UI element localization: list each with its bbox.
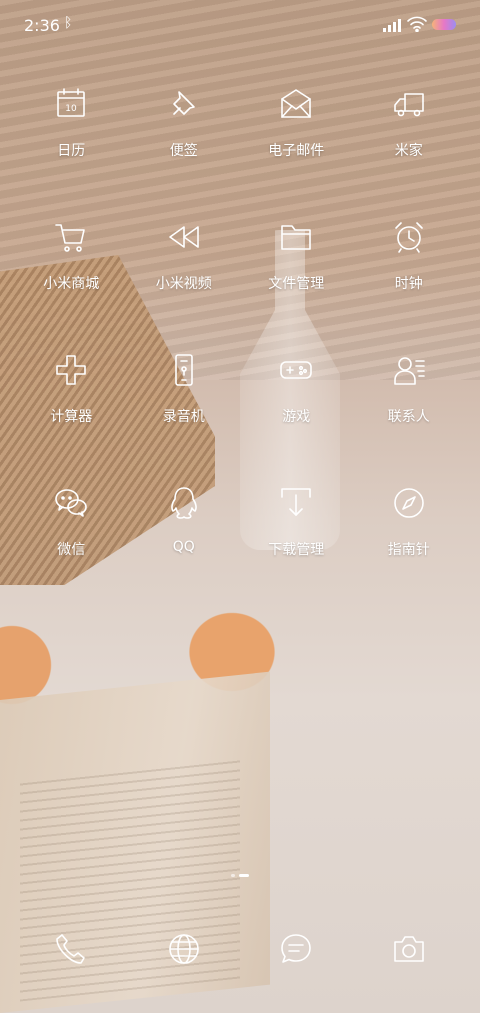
app-recorder[interactable]: 录音机 — [128, 348, 241, 481]
app-label: 文件管理 — [268, 276, 325, 292]
app-label: 游戏 — [282, 409, 311, 425]
download-icon — [278, 485, 314, 521]
pin-note-icon — [166, 86, 202, 122]
message-icon — [278, 931, 314, 967]
app-label: 小米商城 — [43, 276, 100, 292]
app-compass[interactable]: 指南针 — [353, 481, 466, 614]
page-dot-active[interactable] — [239, 874, 249, 877]
calendar-icon: 10 — [53, 86, 89, 122]
page-indicator — [0, 874, 480, 878]
app-downloads[interactable]: 下载管理 — [240, 481, 353, 614]
mail-icon — [278, 86, 314, 122]
plus-icon — [53, 352, 89, 388]
app-wechat[interactable]: 微信 — [15, 481, 128, 614]
dock-phone[interactable] — [15, 925, 128, 973]
app-notes[interactable]: 便签 — [128, 82, 241, 215]
app-label: 米家 — [394, 143, 423, 159]
app-mi-video[interactable]: 小米视频 — [128, 215, 241, 348]
clock-time: 2:36 — [24, 16, 60, 35]
app-label: 日历 — [57, 143, 86, 159]
app-label: 小米视频 — [155, 276, 212, 292]
app-contacts[interactable]: 联系人 — [353, 348, 466, 481]
app-file-manager[interactable]: 文件管理 — [240, 215, 353, 348]
app-label: 联系人 — [387, 409, 430, 425]
dock-messages[interactable] — [240, 925, 353, 973]
app-label: 下载管理 — [268, 542, 325, 558]
wifi-icon — [407, 16, 427, 32]
app-calculator[interactable]: 计算器 — [15, 348, 128, 481]
dock-browser[interactable] — [128, 925, 241, 973]
dock — [15, 925, 465, 973]
app-grid: 10 日历 便签 电子邮件 米家 小米商城 小米视频 文件管理 时钟 计算器 录… — [15, 82, 465, 614]
contacts-icon — [391, 352, 427, 388]
signal-icon — [383, 19, 401, 32]
app-label: 指南针 — [387, 542, 430, 558]
app-label: QQ — [172, 539, 195, 555]
camera-icon — [391, 931, 427, 967]
app-label: 录音机 — [162, 409, 205, 425]
dock-camera[interactable] — [353, 925, 466, 973]
battery-icon — [432, 19, 456, 30]
app-mi-store[interactable]: 小米商城 — [15, 215, 128, 348]
wechat-icon — [53, 485, 89, 521]
app-qq[interactable]: QQ — [128, 481, 241, 614]
rewind-icon — [166, 219, 202, 255]
app-label: 时钟 — [394, 276, 423, 292]
app-games[interactable]: 游戏 — [240, 348, 353, 481]
svg-text:10: 10 — [66, 104, 78, 114]
phone-icon — [53, 931, 89, 967]
app-label: 电子邮件 — [268, 143, 325, 159]
globe-icon — [166, 931, 202, 967]
page-dot[interactable] — [231, 874, 235, 877]
app-label: 便签 — [169, 143, 198, 159]
compass-icon — [391, 485, 427, 521]
app-calendar[interactable]: 10 日历 — [15, 82, 128, 215]
penguin-icon — [166, 485, 202, 521]
app-label: 微信 — [57, 542, 86, 558]
app-clock[interactable]: 时钟 — [353, 215, 466, 348]
alarm-clock-icon — [391, 219, 427, 255]
app-mijia[interactable]: 米家 — [353, 82, 466, 215]
app-label: 计算器 — [50, 409, 93, 425]
phone-recorder-icon — [166, 352, 202, 388]
cart-icon — [53, 219, 89, 255]
bluetooth-icon: ᛒ — [64, 15, 73, 31]
app-email[interactable]: 电子邮件 — [240, 82, 353, 215]
status-bar: 2:36 ᛒ — [0, 0, 480, 52]
folder-icon — [278, 219, 314, 255]
gamepad-icon — [278, 352, 314, 388]
truck-icon — [391, 86, 427, 122]
